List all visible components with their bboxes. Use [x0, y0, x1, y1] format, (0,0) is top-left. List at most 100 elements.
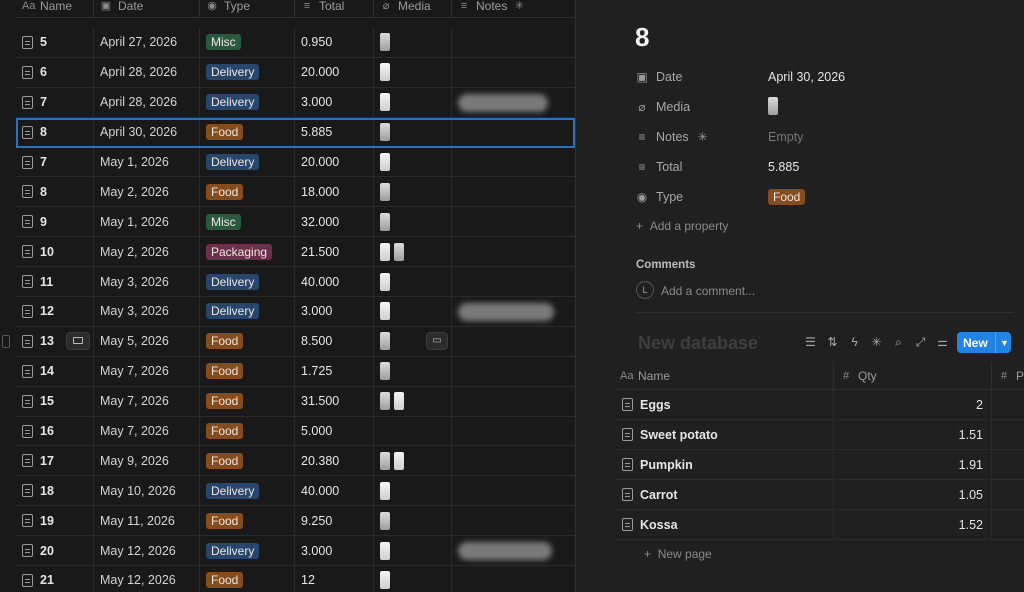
sub-table-row[interactable]: Kossa 1.52 — [614, 510, 1024, 540]
qty-cell[interactable]: 1.91 — [834, 450, 992, 479]
media-thumbnail[interactable] — [380, 302, 390, 321]
type-cell[interactable]: Food — [200, 566, 295, 592]
expand-icon[interactable]: ⤢ — [914, 335, 927, 350]
settings-sliders-icon[interactable]: ⚌ — [936, 335, 949, 350]
p-cell[interactable] — [992, 390, 1024, 419]
media-thumbnail[interactable] — [380, 362, 390, 381]
comment-button[interactable]: ▭ — [426, 331, 448, 350]
column-header-name[interactable]: Aa Name — [614, 362, 834, 389]
media-cell[interactable] — [374, 177, 452, 207]
media-thumbnail[interactable] — [380, 481, 390, 500]
media-thumbnail[interactable] — [380, 63, 390, 82]
table-row[interactable]: 9 May 1, 2026 Misc 32.000 — [16, 207, 575, 238]
column-header-total[interactable]: ≡ Total — [295, 0, 374, 17]
notes-cell[interactable] — [452, 207, 575, 236]
type-cell[interactable]: Delivery — [200, 87, 295, 117]
date-cell[interactable]: May 2, 2026 — [94, 177, 200, 207]
sub-table-row[interactable]: Sweet potato 1.51 — [614, 420, 1024, 450]
notes-cell[interactable] — [452, 177, 575, 206]
sort-icon[interactable]: ⇅ — [826, 335, 839, 350]
media-cell[interactable] — [374, 476, 452, 506]
name-cell[interactable]: 9 — [16, 207, 94, 237]
name-cell[interactable]: Eggs — [614, 390, 834, 419]
property-date[interactable]: ▣ Date April 30, 2026 — [636, 66, 1016, 88]
date-cell[interactable]: April 30, 2026 — [94, 117, 200, 147]
name-cell[interactable]: 14 — [16, 356, 94, 386]
media-cell[interactable] — [374, 356, 452, 386]
type-cell[interactable]: Misc — [200, 28, 295, 57]
media-thumbnail[interactable] — [380, 571, 390, 590]
media-cell[interactable] — [374, 207, 452, 237]
p-cell[interactable] — [992, 510, 1024, 539]
property-type[interactable]: ◉ Type Food — [636, 186, 1016, 208]
page-title[interactable]: 8 — [635, 22, 649, 53]
property-notes[interactable]: ≡ Notes ✳ Empty — [636, 126, 1016, 148]
media-cell[interactable] — [374, 117, 452, 147]
name-cell[interactable]: 7 — [16, 87, 94, 117]
notes-cell[interactable] — [452, 118, 575, 147]
date-cell[interactable]: May 5, 2026 — [94, 326, 200, 356]
media-cell[interactable] — [374, 536, 452, 566]
media-cell[interactable] — [374, 386, 452, 416]
date-cell[interactable]: May 7, 2026 — [94, 386, 200, 416]
table-row[interactable]: 21 May 12, 2026 Food 12 — [16, 566, 575, 592]
new-page-button[interactable]: + New page — [644, 547, 712, 561]
name-cell[interactable]: Kossa — [614, 510, 834, 539]
date-cell[interactable]: May 12, 2026 — [94, 536, 200, 566]
date-cell[interactable]: May 11, 2026 — [94, 506, 200, 536]
total-cell[interactable]: 20.000 — [295, 57, 374, 87]
name-cell[interactable]: 17 — [16, 446, 94, 476]
date-cell[interactable]: May 7, 2026 — [94, 416, 200, 446]
media-thumbnail[interactable] — [380, 272, 390, 291]
type-cell[interactable]: Delivery — [200, 297, 295, 326]
notes-cell[interactable] — [452, 267, 575, 296]
name-cell[interactable]: 19 — [16, 506, 94, 536]
qty-cell[interactable]: 1.51 — [834, 420, 992, 449]
table-row[interactable]: 16 May 7, 2026 Food 5.000 — [16, 416, 575, 447]
total-cell[interactable]: 9.250 — [295, 506, 374, 536]
notes-cell[interactable] — [452, 58, 575, 87]
notes-cell[interactable] — [452, 357, 575, 386]
name-cell[interactable]: Sweet potato — [614, 420, 834, 449]
date-cell[interactable]: April 28, 2026 — [94, 57, 200, 87]
media-thumbnail[interactable] — [380, 451, 390, 470]
type-cell[interactable]: Food — [200, 506, 295, 536]
table-row[interactable]: 13 May 5, 2026 Food 8.500 ▭ — [2, 326, 575, 357]
media-thumbnail[interactable] — [380, 242, 390, 261]
total-cell[interactable]: 31.500 — [295, 386, 374, 416]
name-cell[interactable]: 11 — [16, 267, 94, 297]
notes-cell[interactable] — [452, 28, 575, 57]
date-cell[interactable]: May 12, 2026 — [94, 566, 200, 592]
media-cell[interactable] — [374, 267, 452, 297]
p-cell[interactable] — [992, 450, 1024, 479]
notes-cell[interactable] — [452, 566, 575, 592]
media-thumbnail[interactable] — [380, 33, 390, 52]
total-cell[interactable]: 1.725 — [295, 356, 374, 386]
sub-table-row[interactable]: Eggs 2 — [614, 390, 1024, 420]
sub-table-row[interactable]: Carrot 1.05 — [614, 480, 1024, 510]
chevron-down-icon[interactable]: ▼ — [995, 332, 1009, 353]
notes-cell[interactable] — [452, 237, 575, 266]
type-cell[interactable]: Delivery — [200, 147, 295, 177]
total-cell[interactable]: 3.000 — [295, 536, 374, 566]
media-cell[interactable] — [374, 297, 452, 326]
type-cell[interactable]: Delivery — [200, 267, 295, 297]
database-title[interactable]: New database — [638, 333, 758, 354]
notes-cell[interactable] — [452, 327, 575, 356]
name-cell[interactable]: 18 — [16, 476, 94, 506]
media-thumbnail[interactable] — [394, 392, 404, 411]
table-row[interactable]: 18 May 10, 2026 Delivery 40.000 — [16, 476, 575, 507]
media-cell[interactable] — [374, 237, 452, 267]
total-cell[interactable]: 12 — [295, 566, 374, 592]
total-cell[interactable]: 20.380 — [295, 446, 374, 476]
property-total[interactable]: ≡ Total 5.885 — [636, 156, 1016, 178]
table-row[interactable]: 20 May 12, 2026 Delivery 3.000 — [16, 536, 575, 567]
type-cell[interactable]: Food — [200, 356, 295, 386]
type-cell[interactable]: Food — [200, 386, 295, 416]
name-cell[interactable]: 15 — [16, 386, 94, 416]
column-header-notes[interactable]: ≡ Notes ✳ — [452, 0, 575, 17]
open-in-side-peek-button[interactable] — [66, 331, 90, 350]
name-cell[interactable]: 6 — [16, 57, 94, 87]
date-cell[interactable]: May 1, 2026 — [94, 207, 200, 237]
name-cell[interactable]: 8 — [16, 117, 94, 147]
